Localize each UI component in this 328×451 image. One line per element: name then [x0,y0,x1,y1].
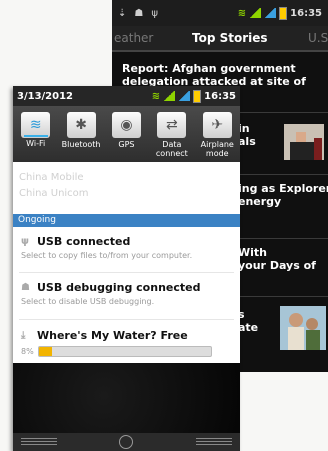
toggle-label: Wi-Fi [26,139,46,148]
tab-bar: eather Top Stories U.S [112,26,328,52]
notification-title: USB connected [37,235,131,248]
notification-list: ψ USB connected Select to copy files to/… [13,227,240,363]
signal-icon [249,8,262,18]
gps-icon: ◉ [111,112,141,138]
battery-icon [193,89,202,103]
toggle-gps[interactable]: ◉ GPS [104,112,148,162]
story-headline: With your Days of [238,246,316,272]
android-debug-icon: ☗ [134,7,144,19]
download-progress-bar [37,346,212,357]
notification-usb-debugging[interactable]: ☗ USB debugging connected Select to disa… [13,273,240,319]
carrier-name: China Mobile [19,172,84,183]
progress-fill [38,347,53,356]
data-connection-icon: ⇄ [157,112,187,138]
toggle-airplane-mode[interactable]: ✈ Airplane mode [195,112,239,162]
story-thumbnail [284,124,324,160]
progress-percent: 8% [21,347,34,356]
notification-download[interactable]: ⤓ Where's My Water? Free 8% [13,320,240,357]
handle-circle-icon [119,435,133,449]
grip-lines [196,438,232,446]
download-icon: ⤓ [21,330,26,341]
notification-shade-screen: 3/13/2012 ≋ 16:35 ≋ Wi-Fi ✱ Bluetooth ◉ … [13,86,240,451]
signal-icon [163,91,176,101]
toggle-label: Airplane mode [200,140,234,158]
tab-weather[interactable]: eather [114,31,153,45]
status-bar: 3/13/2012 ≋ 16:35 [13,86,240,106]
status-time: 16:35 [204,90,236,102]
wifi-icon: ≋ [151,90,161,102]
story-headline: in als [238,122,256,148]
bluetooth-icon: ✱ [66,112,96,138]
toggle-label: Bluetooth [61,140,101,149]
notification-subtitle: Select to copy files to/from your comput… [21,251,193,260]
airplane-icon: ✈ [202,112,232,138]
usb-icon: ψ [151,7,158,19]
status-bar: ⇣ ☗ ψ ≋ 16:35 [112,0,328,26]
toggle-label: GPS [118,140,135,149]
signal-icon [264,8,277,18]
tab-us[interactable]: U.S [308,31,328,45]
status-date: 3/13/2012 [17,90,74,102]
notification-usb[interactable]: ψ USB connected Select to copy files to/… [13,227,240,272]
wifi-icon: ≋ [237,7,247,19]
toggle-bluetooth[interactable]: ✱ Bluetooth [59,112,103,162]
signal-icon [178,91,191,101]
active-indicator [23,135,48,137]
story-headline: s ate [238,308,259,334]
battery-icon [279,6,288,20]
toggle-label: Data connect [155,140,188,158]
story-thumbnail [280,306,326,350]
tab-top-stories[interactable]: Top Stories [192,31,268,45]
section-header: Ongoing [13,214,240,227]
notification-subtitle: Select to disable USB debugging. [21,297,155,306]
story-headline: ing as Explorers energy [238,182,328,208]
usb-icon: ψ [21,236,29,247]
carrier-name: China Unicom [19,188,89,199]
notification-title: Where's My Water? Free [37,329,188,342]
toggle-data-connection[interactable]: ⇄ Data connect [150,112,194,162]
shade-handle[interactable] [13,433,240,451]
notification-title: USB debugging connected [37,281,201,294]
status-time: 16:35 [290,7,322,19]
android-debug-icon: ☗ [21,282,30,293]
grip-lines [21,438,57,446]
carrier-list: China Mobile China Unicom [13,162,240,214]
toggle-wifi[interactable]: ≋ Wi-Fi [14,112,58,162]
quick-toggles: ≋ Wi-Fi ✱ Bluetooth ◉ GPS ⇄ Data connect… [13,106,240,162]
usb-icon: ⇣ [118,7,127,19]
